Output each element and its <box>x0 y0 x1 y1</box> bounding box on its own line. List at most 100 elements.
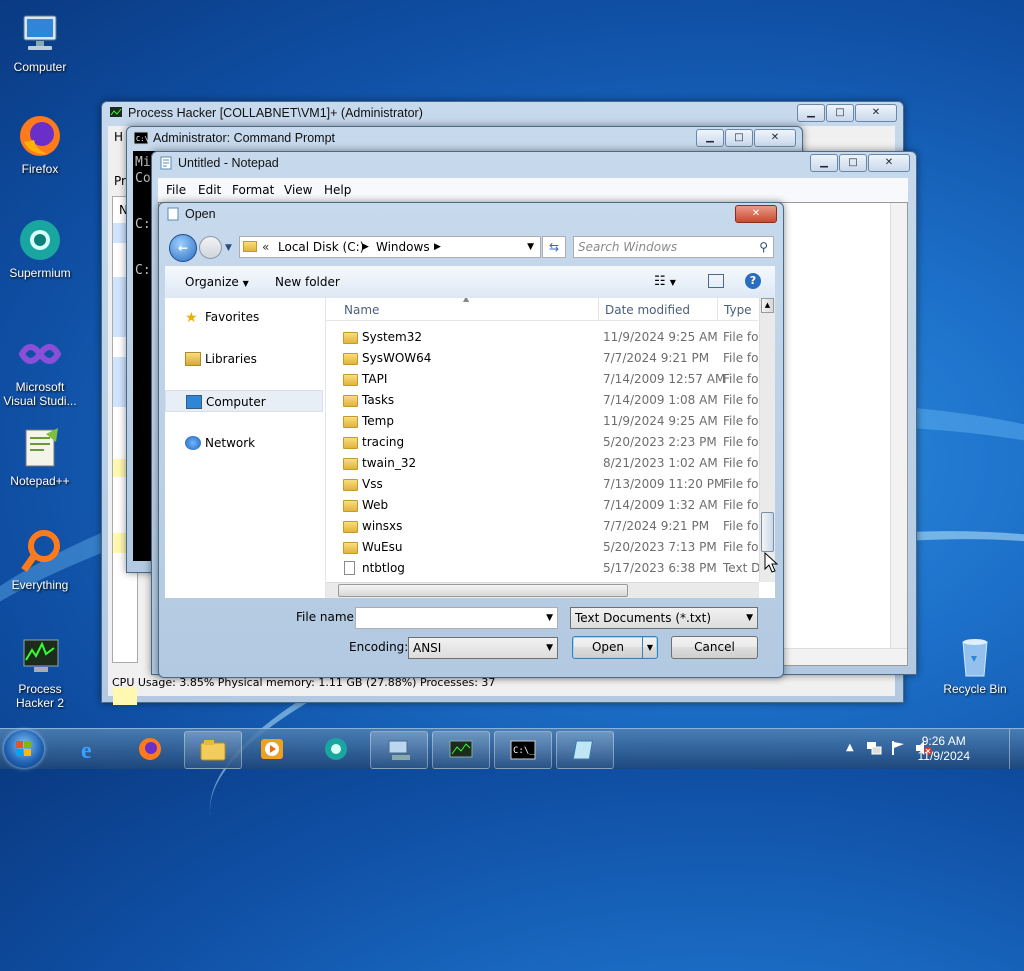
nav-favorites[interactable]: ★ Favorites <box>165 306 323 328</box>
file-row[interactable]: Tasks 7/14/2009 1:08 AM File fol <box>326 390 766 411</box>
nav-libraries[interactable]: Libraries <box>165 348 323 370</box>
address-bar[interactable]: « Local Disk (C:) ▶ Windows ▶ ▼ <box>239 236 541 258</box>
taskbar-media-player[interactable] <box>244 731 300 767</box>
file-row[interactable]: Vss 7/13/2009 11:20 PM File fol <box>326 474 766 495</box>
desktop-icon-firefox[interactable]: Firefox <box>0 112 80 176</box>
show-hidden-icons[interactable]: ▲ <box>846 742 854 753</box>
taskbar-internet-explorer[interactable]: e <box>62 731 118 767</box>
column-type[interactable]: Type <box>724 303 752 317</box>
desktop-icon-everything[interactable]: Everything <box>0 528 80 592</box>
open-button[interactable]: Open ▼ <box>572 636 658 659</box>
scroll-up-arrow[interactable]: ▲ <box>761 298 774 313</box>
scroll-thumb[interactable] <box>761 512 774 552</box>
menu-edit[interactable]: Edit <box>198 183 221 197</box>
new-folder-button[interactable]: New folder <box>275 275 340 289</box>
forward-button[interactable] <box>199 236 222 259</box>
desktop-icon-supermium[interactable]: Supermium <box>0 216 80 280</box>
file-row[interactable]: System32 11/9/2024 9:25 AM File fol <box>326 327 766 348</box>
taskbar-command-prompt[interactable]: C:\_ <box>494 731 552 769</box>
file-row[interactable]: Temp 11/9/2024 9:25 AM File fol <box>326 411 766 432</box>
taskbar-supermium[interactable] <box>308 731 364 767</box>
breadcrumb-overflow[interactable]: « <box>262 237 269 257</box>
taskbar-process-hacker[interactable] <box>432 731 490 769</box>
help-icon[interactable]: ? <box>745 273 761 289</box>
search-input[interactable]: Search Windows ⚲ <box>573 236 774 258</box>
horizontal-scrollbar[interactable] <box>326 582 759 598</box>
show-desktop-button[interactable] <box>1009 729 1024 769</box>
open-options-dropdown[interactable]: ▼ <box>642 637 657 658</box>
vertical-scrollbar[interactable] <box>890 203 907 649</box>
address-dropdown[interactable]: ▼ <box>527 237 534 257</box>
menu-file[interactable]: File <box>166 183 186 197</box>
encoding-select[interactable]: ANSI ▼ <box>408 637 558 659</box>
breadcrumb-windows[interactable]: Windows <box>376 237 430 257</box>
file-name-dropdown[interactable]: ▼ <box>546 608 553 628</box>
start-button[interactable] <box>4 730 44 768</box>
file-row[interactable]: SysWOW64 7/7/2024 9:21 PM File fol <box>326 348 766 369</box>
maximize-button[interactable]: □ <box>839 154 867 172</box>
view-options-icon[interactable]: ☷ ▼ <box>654 274 676 289</box>
taskbar-network-settings[interactable] <box>370 731 428 769</box>
taskbar-notepad[interactable] <box>556 731 614 769</box>
open-dialog[interactable]: Open ✕ ← ▼ « Local Disk (C:) ▶ Windows ▶… <box>158 202 784 678</box>
minimize-button[interactable]: ▁ <box>696 129 724 147</box>
menu-format[interactable]: Format <box>232 183 274 197</box>
organize-button[interactable]: Organize ▼ <box>185 275 249 289</box>
column-date-modified[interactable]: Date modified <box>605 303 690 317</box>
clock[interactable]: 9:26 AM 11/9/2024 <box>918 734 971 764</box>
desktop-icon-visual-studio[interactable]: Microsoft Visual Studi... <box>0 330 80 408</box>
file-date: 8/21/2023 1:02 AM <box>603 456 718 470</box>
file-list[interactable]: Name ▲ Date modified Type System32 11/9/2… <box>326 298 775 598</box>
network-tray-icon[interactable] <box>866 740 882 756</box>
column-name[interactable]: Name <box>344 303 379 317</box>
file-type-select[interactable]: Text Documents (*.txt) ▼ <box>570 607 758 629</box>
close-button[interactable]: ✕ <box>735 205 777 223</box>
back-button[interactable]: ← <box>169 234 197 262</box>
taskbar-explorer[interactable] <box>184 731 242 769</box>
vertical-scrollbar[interactable]: ▲ <box>759 298 775 582</box>
recent-locations-dropdown[interactable]: ▼ <box>225 243 232 253</box>
computer-icon <box>186 395 202 409</box>
file-name: winsxs <box>362 519 403 533</box>
desktop-icon-notepadpp[interactable]: Notepad++ <box>0 424 80 488</box>
refresh-button[interactable]: ⇆ <box>542 236 566 258</box>
minimize-button[interactable]: ▁ <box>810 154 838 172</box>
desktop-icon-recycle-bin[interactable]: Recycle Bin <box>935 632 1015 696</box>
file-row[interactable]: twain_32 8/21/2023 1:02 AM File fol <box>326 453 766 474</box>
file-row[interactable]: Web 7/14/2009 1:32 AM File fol <box>326 495 766 516</box>
maximize-button[interactable]: □ <box>725 129 753 147</box>
breadcrumb-local-disk[interactable]: Local Disk (C:) <box>278 237 364 257</box>
file-row[interactable]: ntbtlog 5/17/2023 6:38 PM Text D <box>326 558 766 579</box>
cancel-button[interactable]: Cancel <box>671 636 758 659</box>
file-row[interactable]: tracing 5/20/2023 2:23 PM File fol <box>326 432 766 453</box>
maximize-button[interactable]: □ <box>826 104 854 122</box>
flag-tray-icon[interactable] <box>890 740 906 756</box>
sort-ascending-icon: ▲ <box>463 298 470 303</box>
taskbar-firefox[interactable] <box>122 731 178 767</box>
close-button[interactable]: ✕ <box>855 104 897 122</box>
mouse-cursor <box>764 551 779 577</box>
desktop-icon-computer[interactable]: Computer <box>0 10 80 74</box>
nav-computer[interactable]: Computer <box>165 390 323 412</box>
hscroll-thumb[interactable] <box>338 584 628 597</box>
chevron-right-icon[interactable]: ▶ <box>362 237 369 257</box>
firefox-icon <box>137 737 163 761</box>
network-icon <box>185 436 201 450</box>
menu-help[interactable]: Help <box>324 183 351 197</box>
minimize-button[interactable]: ▁ <box>797 104 825 122</box>
menu-view[interactable]: View <box>284 183 312 197</box>
file-type: File fol <box>723 435 762 449</box>
close-button[interactable]: ✕ <box>754 129 796 147</box>
file-row[interactable]: WuEsu 5/20/2023 7:13 PM File fol <box>326 537 766 558</box>
file-name: Tasks <box>362 393 395 407</box>
close-button[interactable]: ✕ <box>868 154 910 172</box>
command-bar: Organize ▼ New folder ☷ ▼ ? <box>165 265 775 299</box>
folder-icon <box>343 395 358 407</box>
preview-pane-icon[interactable] <box>708 274 724 288</box>
desktop-icon-process-hacker[interactable]: Process Hacker 2 <box>0 632 80 710</box>
file-row[interactable]: winsxs 7/7/2024 9:21 PM File fol <box>326 516 766 537</box>
chevron-right-icon[interactable]: ▶ <box>434 237 441 257</box>
file-name-input[interactable]: ▼ <box>355 607 558 629</box>
nav-network[interactable]: Network <box>165 432 323 454</box>
file-row[interactable]: TAPI 7/14/2009 12:57 AM File fol <box>326 369 766 390</box>
